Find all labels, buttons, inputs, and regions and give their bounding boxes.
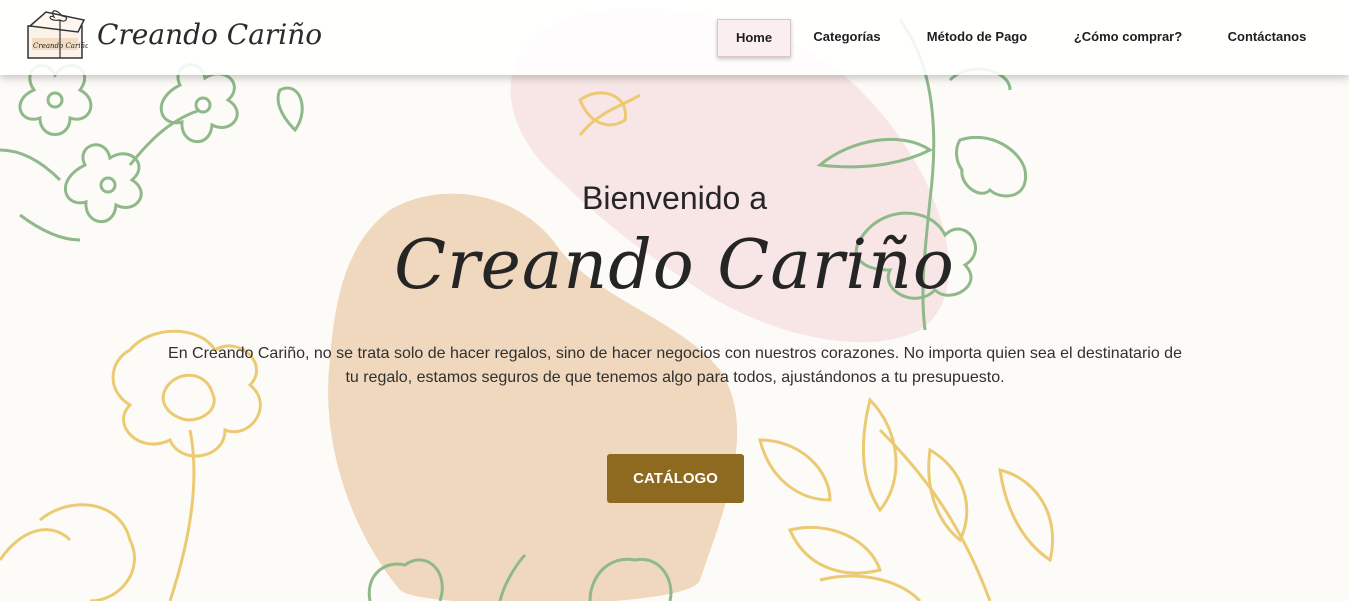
brand-name[interactable]: Creando Cariño — [97, 18, 322, 51]
nav-categorias[interactable]: Categorías — [806, 19, 888, 55]
nav-metodo-de-pago[interactable]: Método de Pago — [916, 19, 1038, 55]
gift-box-logo-icon[interactable]: Creando Cariño — [26, 8, 88, 60]
nav-contactanos[interactable]: Contáctanos — [1219, 19, 1315, 55]
nav-home[interactable]: Home — [717, 19, 791, 57]
hero-welcome: Bienvenido a — [581, 180, 768, 216]
site-header: Creando Cariño Creando Cariño Home Categ… — [0, 0, 1349, 75]
hero-title: Creando Cariño — [394, 226, 955, 305]
catalog-button[interactable]: CATÁLOGO — [607, 454, 744, 503]
logo-caption: Creando Cariño — [33, 42, 88, 50]
hero-description: En Creando Cariño, no se trata solo de h… — [168, 345, 1182, 386]
nav-como-comprar[interactable]: ¿Cómo comprar? — [1065, 19, 1191, 55]
